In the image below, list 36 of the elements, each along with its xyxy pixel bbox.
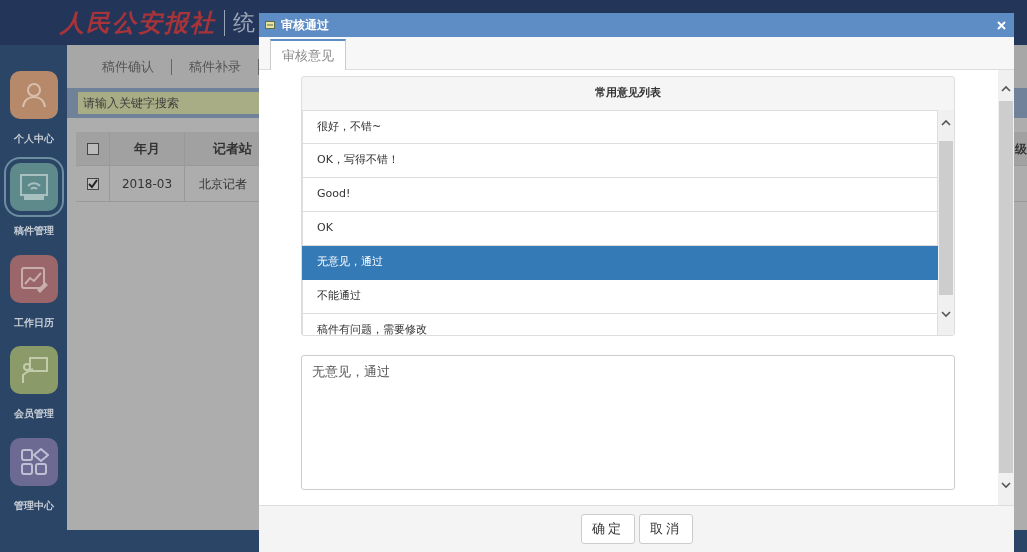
confirm-button[interactable]: 确定: [580, 514, 635, 544]
list-item[interactable]: 很好，不错~: [302, 110, 938, 144]
sidebar-item[interactable]: [9, 71, 58, 119]
list-item[interactable]: 无意见，通过: [302, 246, 938, 280]
close-icon: [997, 20, 1006, 30]
cancel-button[interactable]: 取消: [638, 514, 693, 544]
check-icon: [87, 178, 98, 189]
list-item[interactable]: Good!: [302, 178, 938, 212]
tab[interactable]: 审核意见: [270, 38, 346, 70]
checkbox[interactable]: [86, 177, 99, 190]
column-header: 年月: [110, 132, 185, 165]
dialog-title: 审核通过: [281, 17, 329, 34]
checkbox[interactable]: [86, 142, 99, 155]
sidebar-label[interactable]: 会员管理: [13, 406, 54, 422]
sidebar-item[interactable]: [9, 254, 58, 303]
sidebar-item[interactable]: [9, 438, 58, 487]
sidebar-label[interactable]: 管理中心: [13, 498, 54, 514]
panel-heading: 常用意见列表: [594, 85, 662, 102]
sidebar-label[interactable]: 工作日历: [13, 314, 54, 330]
list-item[interactable]: OK，写得不错！: [302, 144, 938, 178]
app-title: 统: [224, 9, 255, 36]
monitor-icon: [18, 171, 49, 202]
scrollbar[interactable]: [998, 70, 1014, 505]
table-cell: 2018-03: [110, 166, 185, 201]
sidebar-label[interactable]: 个人中心: [13, 131, 54, 146]
logo-text: 人民公安报社: [60, 6, 216, 39]
list-item[interactable]: 稿件有问题，需要修改: [302, 314, 938, 335]
column-header: 级: [1015, 140, 1027, 158]
close-button[interactable]: [995, 20, 1008, 30]
list-item[interactable]: 不能通过: [302, 280, 938, 314]
apps-grid-icon: [18, 447, 49, 478]
sidebar-label[interactable]: 稿件管理: [13, 222, 54, 238]
window-icon: [265, 21, 275, 29]
sidebar-item[interactable]: [9, 346, 58, 395]
list-item[interactable]: OK: [302, 212, 938, 246]
comment-field[interactable]: 无意见，通过: [301, 355, 955, 490]
